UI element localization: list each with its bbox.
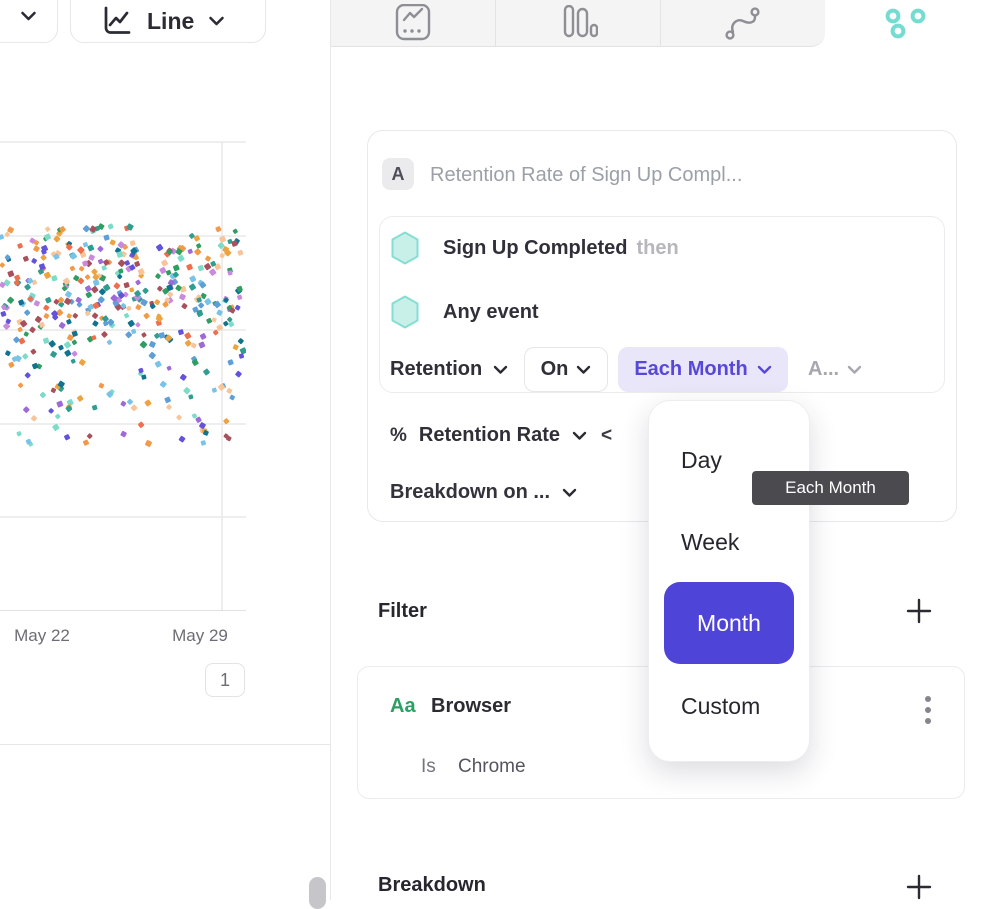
event-hexagon-icon <box>390 231 420 265</box>
tab-bars[interactable] <box>495 0 660 47</box>
percent-icon: % <box>390 425 407 447</box>
chevron-down-icon <box>493 365 508 375</box>
on-dropdown[interactable]: On <box>524 347 608 392</box>
filter-property-name[interactable]: Browser <box>431 695 511 718</box>
property-type-badge: Aa <box>390 695 416 718</box>
measure-label: Retention Rate <box>419 424 560 447</box>
chevron-down-icon <box>20 11 37 22</box>
dropdown-item-week[interactable]: Week <box>681 529 739 556</box>
breakdown-section-heading: Breakdown <box>378 874 486 897</box>
query-title[interactable]: Retention Rate of Sign Up Compl... <box>430 164 742 187</box>
measure-dropdown[interactable]: % Retention Rate < <box>390 424 612 447</box>
event-hexagon-icon <box>390 295 420 329</box>
overflow-label: A... <box>808 358 839 381</box>
bar-columns-icon <box>558 5 598 43</box>
filter-value[interactable]: Chrome <box>458 756 526 778</box>
query-letter: A <box>392 164 405 185</box>
add-filter-button[interactable] <box>906 598 932 624</box>
overflow-dropdown[interactable]: A... <box>808 358 862 381</box>
tab-retention-selected[interactable] <box>825 0 982 47</box>
chevron-down-icon <box>572 431 587 441</box>
query-letter-badge: A <box>382 158 414 190</box>
event-step-2[interactable]: Any event <box>443 301 539 324</box>
dropdown-item-month-selected[interactable]: Month <box>664 582 794 664</box>
scatter-dots-icon <box>881 8 927 40</box>
chart-type-label: Line <box>147 8 194 35</box>
retention-mode-dropdown[interactable]: Retention <box>390 358 508 381</box>
tooltip-text: Each Month <box>785 478 876 498</box>
retention-scatter-chart <box>0 140 246 611</box>
dropdown-item-day[interactable]: Day <box>681 447 722 474</box>
chart-page-indicator[interactable]: 1 <box>205 663 245 697</box>
collapsed-toolbar-button[interactable] <box>0 0 58 43</box>
filter-section-heading: Filter <box>378 600 427 623</box>
tab-insights[interactable] <box>331 0 495 47</box>
line-chart-icon <box>99 5 133 39</box>
filter-operator[interactable]: Is <box>421 756 436 778</box>
interval-dropdown-trigger[interactable]: Each Month <box>618 347 788 392</box>
month-label: Month <box>697 610 761 637</box>
chevron-down-icon <box>757 365 772 375</box>
kebab-menu-icon[interactable] <box>918 692 938 730</box>
interval-dropdown-menu: Day Week Month Custom <box>648 400 810 762</box>
event-2-name: Any event <box>443 301 539 323</box>
event-1-suffix: then <box>636 237 678 259</box>
chevron-down-icon <box>562 488 577 498</box>
retention-mode-label: Retention <box>390 358 482 381</box>
breakdown-on-dropdown[interactable]: Breakdown on ... <box>390 481 577 504</box>
scrollbar-thumb[interactable] <box>309 877 326 909</box>
chevron-down-icon <box>576 365 591 375</box>
stepper-left-arrow[interactable]: < <box>601 425 612 447</box>
insights-chart-icon <box>394 4 432 44</box>
panel-divider <box>330 0 331 900</box>
page-number: 1 <box>220 670 230 691</box>
chevron-down-icon <box>847 365 862 375</box>
chart-type-button[interactable]: Line <box>70 0 266 43</box>
flow-stream-icon <box>723 5 763 43</box>
x-axis-label: May 22 <box>14 626 70 646</box>
chevron-down-icon <box>208 16 225 27</box>
add-breakdown-button[interactable] <box>906 874 932 900</box>
breakdown-on-label: Breakdown on ... <box>390 481 550 504</box>
dropdown-item-custom[interactable]: Custom <box>681 693 760 720</box>
event-step-1[interactable]: Sign Up Completed then <box>443 237 679 260</box>
tab-flows[interactable] <box>660 0 825 47</box>
x-axis-label: May 29 <box>172 626 228 646</box>
tooltip: Each Month <box>752 471 909 505</box>
event-1-name: Sign Up Completed <box>443 237 627 259</box>
on-label: On <box>541 358 569 381</box>
interval-label: Each Month <box>634 358 747 381</box>
horizontal-divider <box>0 744 330 745</box>
